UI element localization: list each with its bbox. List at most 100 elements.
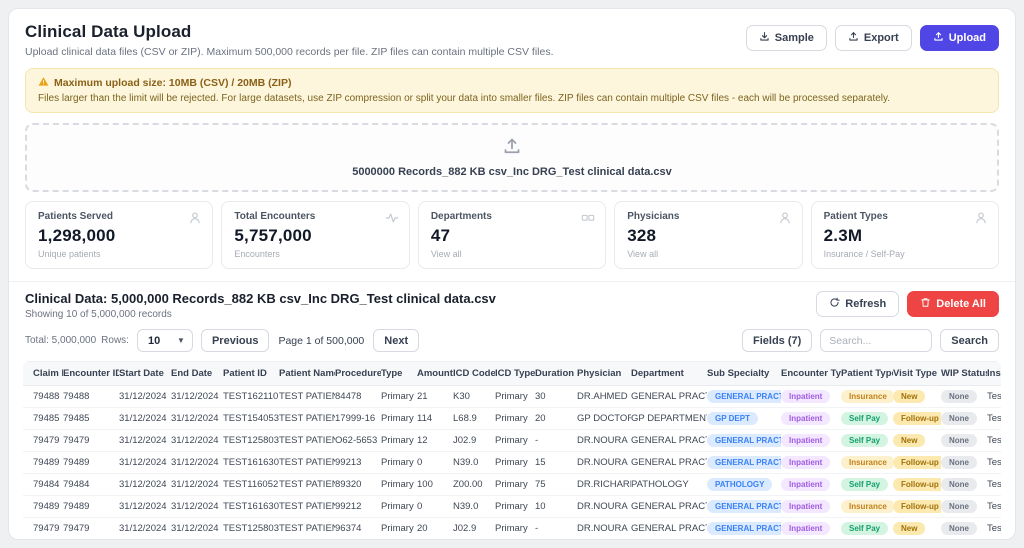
table-row[interactable]: 79489 79489 31/12/2024 31/12/2024 TEST161630…	[23, 495, 1001, 518]
table-cell: 79479	[63, 517, 119, 539]
table-cell: TEST PATIENT	[279, 451, 335, 474]
upload-icon	[933, 31, 944, 45]
table-cell: 79479	[63, 429, 119, 452]
table-cell: J02.9	[453, 517, 495, 539]
table-cell: Primary	[495, 495, 535, 518]
table-cell: GENERAL PRACTICE	[631, 495, 707, 518]
stat-card-physicians: Physicians 328 View all	[614, 201, 803, 269]
view-all-link[interactable]: View all	[627, 249, 789, 259]
table-cell: 79489	[63, 451, 119, 474]
status-badge: Follow-up	[893, 456, 941, 469]
status-badge: New	[893, 434, 926, 447]
table-cell: TEST161630	[223, 451, 279, 474]
table-cell: 21	[417, 385, 453, 408]
table-row[interactable]: 79485 79485 31/12/2024 31/12/2024 TEST154053…	[23, 407, 1001, 430]
table-cell: J02.9	[453, 429, 495, 452]
table-cell: 31/12/2024	[171, 429, 223, 452]
table-row[interactable]: 79479 79479 31/12/2024 31/12/2024 TEST125803…	[23, 517, 1001, 539]
warning-title: Maximum upload size: 10MB (CSV) / 20MB (…	[54, 77, 292, 89]
rows-per-page-select[interactable]: 10 ▼	[136, 329, 193, 352]
table-cell: Primary	[495, 385, 535, 408]
file-dropzone[interactable]: 5000000 Records_882 KB csv_Inc DRG_Test …	[25, 123, 999, 192]
status-badge: None	[941, 478, 977, 491]
table-cell: 31/12/2024	[119, 385, 171, 408]
table-row[interactable]: 79484 79484 31/12/2024 31/12/2024 TEST116052…	[23, 473, 1001, 496]
column-header: End Date	[171, 361, 223, 386]
view-all-link[interactable]: View all	[431, 249, 593, 259]
table-row[interactable]: 794867948631/12/202431/12/2024TEST154053…	[23, 540, 1001, 541]
fields-button[interactable]: Fields (7)	[742, 329, 813, 352]
status-badge: New	[893, 390, 926, 403]
refresh-button[interactable]: Refresh	[816, 291, 900, 317]
table-row[interactable]: 79489 79489 31/12/2024 31/12/2024 TEST161630…	[23, 451, 1001, 474]
table-cell: GP DOCTOR	[577, 407, 631, 430]
table-cell: Tes	[987, 407, 1001, 430]
stat-card-total-encounters: Total Encounters 5,757,000 Encounters	[221, 201, 410, 269]
columns-icon	[581, 211, 595, 230]
table-cell: -	[535, 429, 577, 452]
status-badge: Self Pay	[841, 434, 889, 447]
table-subtitle: Showing 10 of 5,000,000 records	[25, 309, 172, 320]
table-cell: GENERAL PRACTICE	[631, 429, 707, 452]
status-badge: GENERAL PRACTICE	[707, 456, 781, 469]
table-cell: TEST PATIENT	[279, 385, 335, 408]
status-badge: None	[941, 500, 977, 513]
table-cell: 31/12/2024	[119, 451, 171, 474]
table-cell: Primary	[381, 429, 417, 452]
status-badge: Self Pay	[841, 522, 889, 535]
next-page-button[interactable]: Next	[373, 329, 420, 352]
search-button[interactable]: Search	[940, 329, 999, 352]
table-cell: K30	[453, 385, 495, 408]
table-cell: 79484	[63, 473, 119, 496]
column-header: Duration	[535, 361, 577, 386]
search-input[interactable]	[820, 329, 933, 352]
table-cell: 79489	[23, 451, 63, 474]
table-cell: Primary	[381, 495, 417, 518]
delete-all-button[interactable]: Delete All	[907, 291, 999, 317]
table-cell: GENERAL PRACTICE	[631, 517, 707, 539]
status-badge: Inpatient	[781, 456, 831, 469]
previous-page-button[interactable]: Previous	[200, 329, 270, 352]
table-cell: O62-5653	[335, 429, 381, 452]
stat-card-patient-types: Patient Types 2.3M Insurance / Self-Pay	[810, 201, 1000, 269]
table-cell: 79486	[23, 540, 63, 541]
table-cell: 15	[535, 451, 577, 474]
table-row[interactable]: 79488 79488 31/12/2024 31/12/2024 TEST162110…	[23, 385, 1001, 408]
table-row[interactable]: 79479 79479 31/12/2024 31/12/2024 TEST125803…	[23, 429, 1001, 452]
table-cell: N39.0	[453, 451, 495, 474]
status-badge: Inpatient	[781, 500, 831, 513]
table-cell: Primary	[381, 385, 417, 408]
column-header: Patient Type	[841, 361, 893, 386]
column-header: Department	[631, 361, 707, 386]
table-cell: Tes	[987, 540, 1001, 541]
sample-button[interactable]: Sample	[745, 25, 827, 51]
upload-button[interactable]: Upload	[919, 25, 999, 51]
page-header: Clinical Data Upload Upload clinical dat…	[9, 9, 1015, 64]
column-header: Patient ID	[223, 361, 279, 386]
table-cell: DR.AHMED	[577, 385, 631, 408]
user-icon	[974, 211, 988, 230]
table-cell: 0	[417, 451, 453, 474]
table-cell: Tes	[987, 517, 1001, 539]
table-cell: 99213	[335, 451, 381, 474]
table-cell: TEST161630	[223, 495, 279, 518]
warning-body: Files larger than the limit will be reje…	[38, 93, 891, 104]
table-cell: GP DEPARTMENT	[631, 407, 707, 430]
table-cell: Z00.00	[453, 473, 495, 496]
status-badge: Insurance	[841, 500, 893, 513]
table-cell: 79479	[23, 517, 63, 539]
table-cell: 99212	[335, 540, 381, 541]
table-cell: DR.NOURA	[577, 429, 631, 452]
page-title: Clinical Data Upload	[25, 22, 192, 41]
table-cell: Primary	[381, 451, 417, 474]
page-indicator: Page 1 of 500,000	[278, 334, 365, 347]
table-cell: 0	[417, 495, 453, 518]
table-cell: Primary	[381, 473, 417, 496]
export-button[interactable]: Export	[834, 25, 912, 51]
table-cell: DR.RICHARD	[577, 473, 631, 496]
table-cell: TEST PATIENT	[279, 517, 335, 539]
table-cell: 31/12/2024	[119, 540, 171, 541]
table-cell: 31/12/2024	[171, 495, 223, 518]
table-cell: PATHOLOGY	[631, 473, 707, 496]
table-cell: Tes	[987, 451, 1001, 474]
